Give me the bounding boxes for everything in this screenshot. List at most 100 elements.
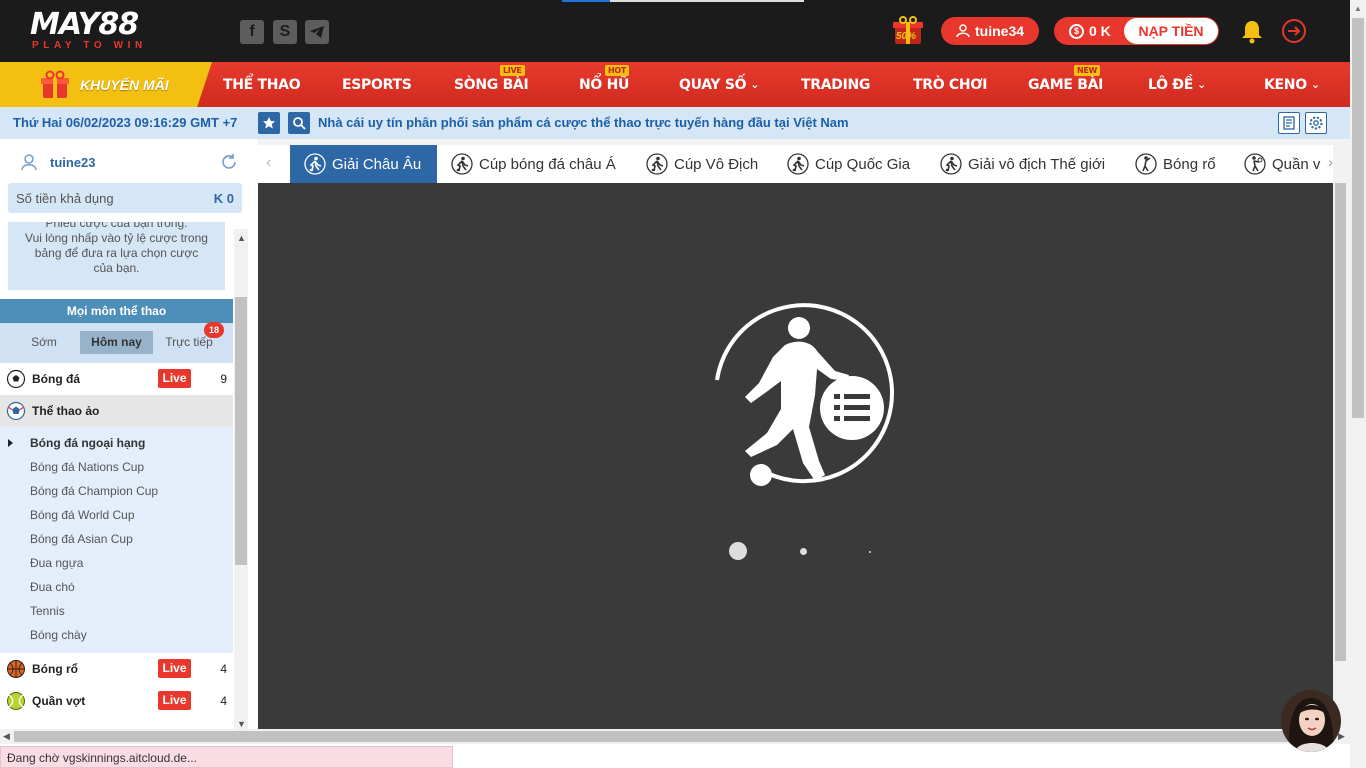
bet-slip-empty-message: Phiếu cược của bạn trống. Vui lòng nhấp …	[8, 222, 225, 290]
nav-lottery[interactable]: QUAY SỐ ⌄	[679, 62, 759, 107]
list-item[interactable]: Tennis	[30, 604, 65, 618]
time-filter-tabs: Sớm Hôm nay Trực tiếp	[0, 323, 233, 363]
settings-button[interactable]	[1305, 112, 1327, 134]
page-load-progress	[562, 0, 804, 2]
nav-card-games[interactable]: GAME BÀI NEW	[1028, 62, 1103, 107]
soccer-ball-icon	[6, 369, 26, 389]
coin-icon: $	[1069, 23, 1084, 39]
tab-world-championship[interactable]: Giải vô địch Thế giới	[940, 145, 1105, 183]
bell-icon[interactable]	[1238, 17, 1266, 45]
tab-europe-league[interactable]: Giải Châu Âu	[290, 145, 437, 183]
favorites-button[interactable]	[258, 112, 280, 134]
tab-early[interactable]: Sớm	[14, 331, 74, 354]
scroll-up-icon[interactable]: ▲	[1354, 4, 1362, 13]
tab-asia-cup[interactable]: Cúp bóng đá châu Á	[451, 145, 616, 183]
promo-label: KHUYẾN MÃI	[80, 76, 169, 93]
main-nav: KHUYẾN MÃI THỂ THAO ESPORTS SÒNG BÀI LIV…	[0, 62, 1350, 107]
sidebar-user-row: tuine23	[14, 148, 240, 178]
user-account-button[interactable]: tuine34	[941, 17, 1039, 45]
may88-logo[interactable]: MAY88 PLAY TO WIN	[30, 10, 180, 52]
browser-status-bar: Đang chờ vgskinnings.aitcloud.de...	[0, 746, 453, 768]
tennis-player-icon	[1244, 153, 1266, 175]
nav-casino[interactable]: SÒNG BÀI LIVE	[454, 62, 529, 107]
promo-badge-text: 50%	[896, 31, 917, 42]
chevron-down-icon: ⌄	[1197, 78, 1206, 91]
live-badge: Live	[158, 691, 191, 710]
chevron-left-icon[interactable]: ‹	[266, 154, 271, 172]
chevron-right-icon[interactable]: ›	[1328, 154, 1333, 170]
match-count: 4	[220, 694, 227, 708]
sport-row-virtual[interactable]: Thể thao ảo	[0, 395, 233, 427]
list-item[interactable]: Bóng đá Nations Cup	[30, 460, 144, 474]
announcement-marquee: Nhà cái uy tín phân phối sản phẩm cá cượ…	[318, 115, 849, 130]
live-badge: Live	[158, 369, 191, 388]
promo-gift-icon[interactable]: 50%	[892, 16, 924, 46]
sidebar-username: tuine23	[50, 155, 96, 170]
skype-icon[interactable]: S	[273, 20, 297, 44]
scroll-down-icon[interactable]: ▼	[237, 719, 246, 729]
tab-tennis[interactable]: Quần v	[1244, 145, 1320, 183]
page-scrollbar[interactable]: ▲	[1350, 0, 1366, 768]
gift-icon	[41, 70, 69, 98]
chevron-down-icon: ⌄	[750, 78, 760, 91]
sport-row-football[interactable]: Bóng đá Live 9	[0, 363, 233, 395]
tab-national-cup[interactable]: Cúp Quốc Gia	[787, 145, 910, 183]
content-scrollbar[interactable]	[1333, 183, 1348, 729]
tab-today[interactable]: Hôm nay	[80, 331, 153, 354]
gear-icon	[1309, 116, 1323, 130]
scroll-up-icon[interactable]: ▲	[237, 233, 246, 243]
all-sports-header: Mọi môn thể thao	[0, 299, 233, 323]
player-icon	[787, 153, 809, 175]
sport-row-tennis[interactable]: Quần vợt Live 4	[0, 685, 233, 717]
nav-lode[interactable]: LÔ ĐỀ ⌄	[1148, 62, 1206, 107]
player-icon	[646, 153, 668, 175]
list-item[interactable]: Bóng đá Asian Cup	[30, 532, 133, 546]
virtual-ball-icon	[6, 401, 26, 421]
balance-pill: $ 0 K NẠP TIỀN	[1054, 17, 1219, 45]
list-item[interactable]: Đua chó	[30, 580, 75, 594]
refresh-icon[interactable]	[220, 153, 238, 171]
nav-esports[interactable]: ESPORTS	[342, 62, 412, 107]
available-balance: Số tiền khả dụng K 0	[8, 183, 242, 213]
match-count: 9	[220, 372, 227, 386]
deposit-button[interactable]: NẠP TIỀN	[1124, 18, 1218, 44]
user-icon	[21, 154, 37, 171]
tab-champions-cup[interactable]: Cúp Vô Địch	[646, 145, 758, 183]
horizontal-scrollbar[interactable]: ◀ ▶	[0, 729, 1350, 744]
list-item[interactable]: Bóng đá World Cup	[30, 508, 135, 522]
nav-sports[interactable]: THỂ THAO	[223, 62, 301, 107]
live-badge: LIVE	[500, 65, 525, 76]
nav-promotions[interactable]: KHUYẾN MÃI	[0, 62, 212, 107]
available-value: K 0	[213, 191, 234, 206]
league-tabs: ‹ Giải Châu Âu Cúp bóng đá châu Á Cúp Vô…	[258, 145, 1333, 183]
info-bar: Thứ Hai 06/02/2023 09:16:29 GMT +7 Nhà c…	[0, 107, 1350, 139]
tab-basketball[interactable]: Bóng rổ	[1135, 145, 1216, 183]
nav-slots[interactable]: NỔ HŨ HOT	[579, 62, 629, 107]
sidebar-scrollbar[interactable]: ▲ ▼	[234, 229, 248, 729]
nav-keno[interactable]: KENO ⌄	[1264, 62, 1320, 107]
sport-name: Thể thao ảo	[32, 404, 100, 418]
list-item[interactable]: Bóng đá ngoại hạng	[30, 436, 145, 450]
scroll-right-icon[interactable]: ▶	[1338, 731, 1345, 742]
list-item[interactable]: Đua ngựa	[30, 556, 83, 570]
logout-icon[interactable]	[1280, 17, 1308, 45]
telegram-icon[interactable]	[305, 20, 329, 44]
user-icon	[956, 24, 970, 38]
player-icon	[940, 153, 962, 175]
support-chat-avatar[interactable]	[1281, 690, 1341, 752]
list-item[interactable]: Bóng chày	[30, 628, 87, 642]
sport-row-basketball[interactable]: Bóng rổ Live 4	[0, 653, 233, 685]
player-icon	[304, 153, 326, 175]
search-button[interactable]	[288, 112, 310, 134]
nav-trading[interactable]: TRADING	[801, 62, 870, 107]
bet-list-button[interactable]	[1278, 112, 1300, 134]
chevron-down-icon: ⌄	[1310, 78, 1320, 91]
list-item[interactable]: Bóng đá Champion Cup	[30, 484, 158, 498]
nav-games[interactable]: TRÒ CHƠI	[913, 62, 987, 107]
facebook-icon[interactable]: f	[240, 20, 264, 44]
tennis-ball-icon	[7, 692, 25, 710]
header-username: tuine34	[975, 23, 1025, 39]
balance-value: 0 K	[1089, 23, 1111, 39]
scroll-left-icon[interactable]: ◀	[3, 731, 10, 742]
match-count: 4	[220, 662, 227, 676]
